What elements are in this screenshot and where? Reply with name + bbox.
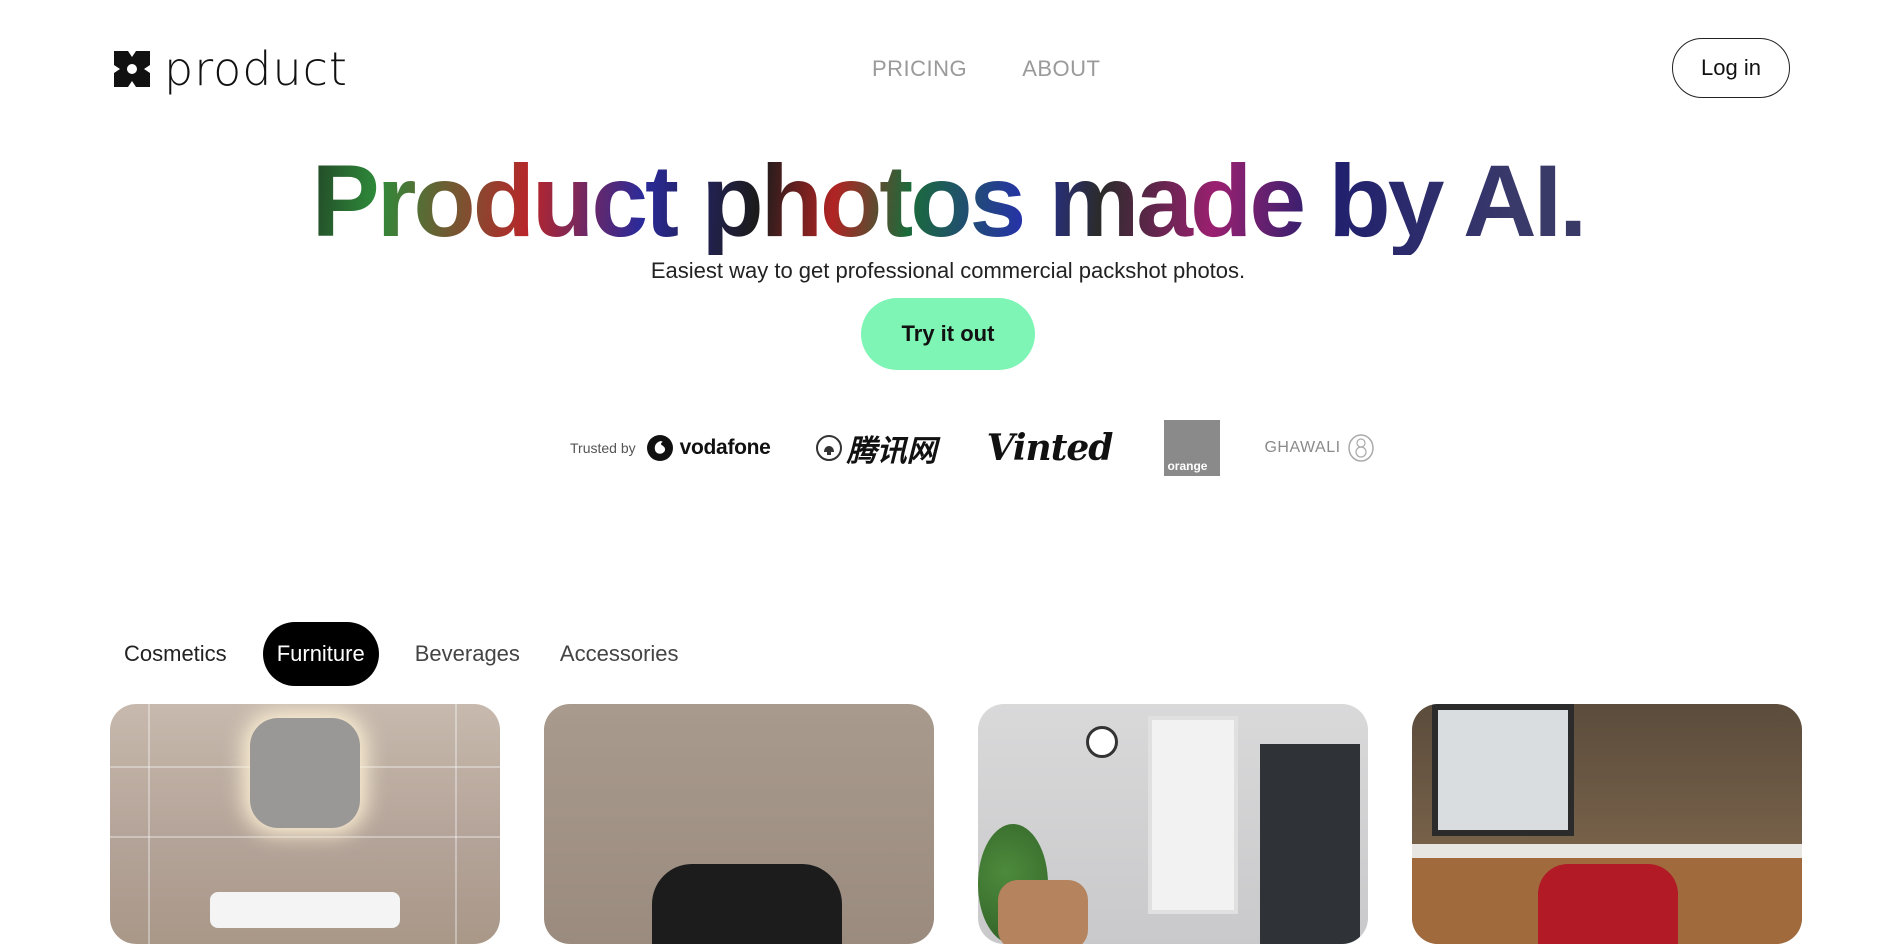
hero-subtitle: Easiest way to get professional commerci… bbox=[650, 258, 1246, 283]
vodafone-logo: vodafone bbox=[646, 434, 771, 462]
tencent-text: 腾讯网 bbox=[846, 434, 937, 469]
sink bbox=[210, 892, 400, 928]
tencent-bell-icon bbox=[815, 435, 842, 461]
counter bbox=[1412, 844, 1802, 858]
ghawali-logo: GHAWALI bbox=[1264, 433, 1374, 463]
gallery-image-office[interactable] bbox=[978, 704, 1368, 944]
hero-title: Product photos made by AI. bbox=[0, 147, 1896, 255]
tile-divider bbox=[148, 704, 150, 944]
chair bbox=[998, 880, 1088, 944]
login-button[interactable]: Log in bbox=[1672, 38, 1790, 98]
kitchen-window bbox=[1432, 704, 1574, 836]
gallery-image-bathroom[interactable] bbox=[110, 704, 500, 944]
mirror bbox=[250, 718, 360, 828]
vodafone-text: vodafone bbox=[679, 436, 771, 459]
gallery-image-pillow[interactable] bbox=[544, 704, 934, 944]
gallery-image-kitchen[interactable] bbox=[1412, 704, 1802, 944]
try-it-out-button[interactable]: Try it out bbox=[861, 298, 1035, 370]
logo-text: product bbox=[164, 42, 348, 96]
trusted-logos-row: Trusted by vodafone 腾讯网 Vinted orange GH… bbox=[570, 420, 1375, 476]
ghawali-emblem-icon bbox=[1347, 434, 1374, 462]
trusted-label: Trusted by bbox=[570, 440, 636, 456]
category-tabs: Cosmetics Furniture Beverages Accessorie… bbox=[110, 622, 693, 686]
nav-pricing[interactable]: PRICING bbox=[872, 56, 967, 82]
nav-about[interactable]: ABOUT bbox=[1022, 56, 1100, 82]
top-nav: PRICING ABOUT bbox=[872, 56, 1100, 82]
tencent-logo: 腾讯网 bbox=[815, 426, 937, 470]
window bbox=[1148, 716, 1238, 914]
bookshelf bbox=[1260, 744, 1360, 944]
tab-cosmetics[interactable]: Cosmetics bbox=[110, 622, 241, 686]
logo-mark-icon bbox=[114, 51, 150, 87]
ghawali-text: GHAWALI bbox=[1264, 439, 1341, 456]
appliance bbox=[1538, 864, 1678, 944]
clock-icon bbox=[1086, 726, 1118, 758]
tab-accessories[interactable]: Accessories bbox=[546, 622, 693, 686]
tile-divider bbox=[110, 836, 500, 838]
logo[interactable]: product bbox=[110, 46, 348, 92]
vinted-logo: Vinted bbox=[986, 427, 1114, 469]
orange-logo: orange bbox=[1164, 420, 1221, 476]
tab-furniture[interactable]: Furniture bbox=[262, 622, 379, 686]
vodafone-icon bbox=[646, 435, 673, 461]
tile-divider bbox=[455, 704, 457, 944]
orange-text: orange bbox=[1167, 459, 1208, 473]
tab-beverages[interactable]: Beverages bbox=[401, 622, 534, 686]
pillow bbox=[652, 864, 842, 944]
